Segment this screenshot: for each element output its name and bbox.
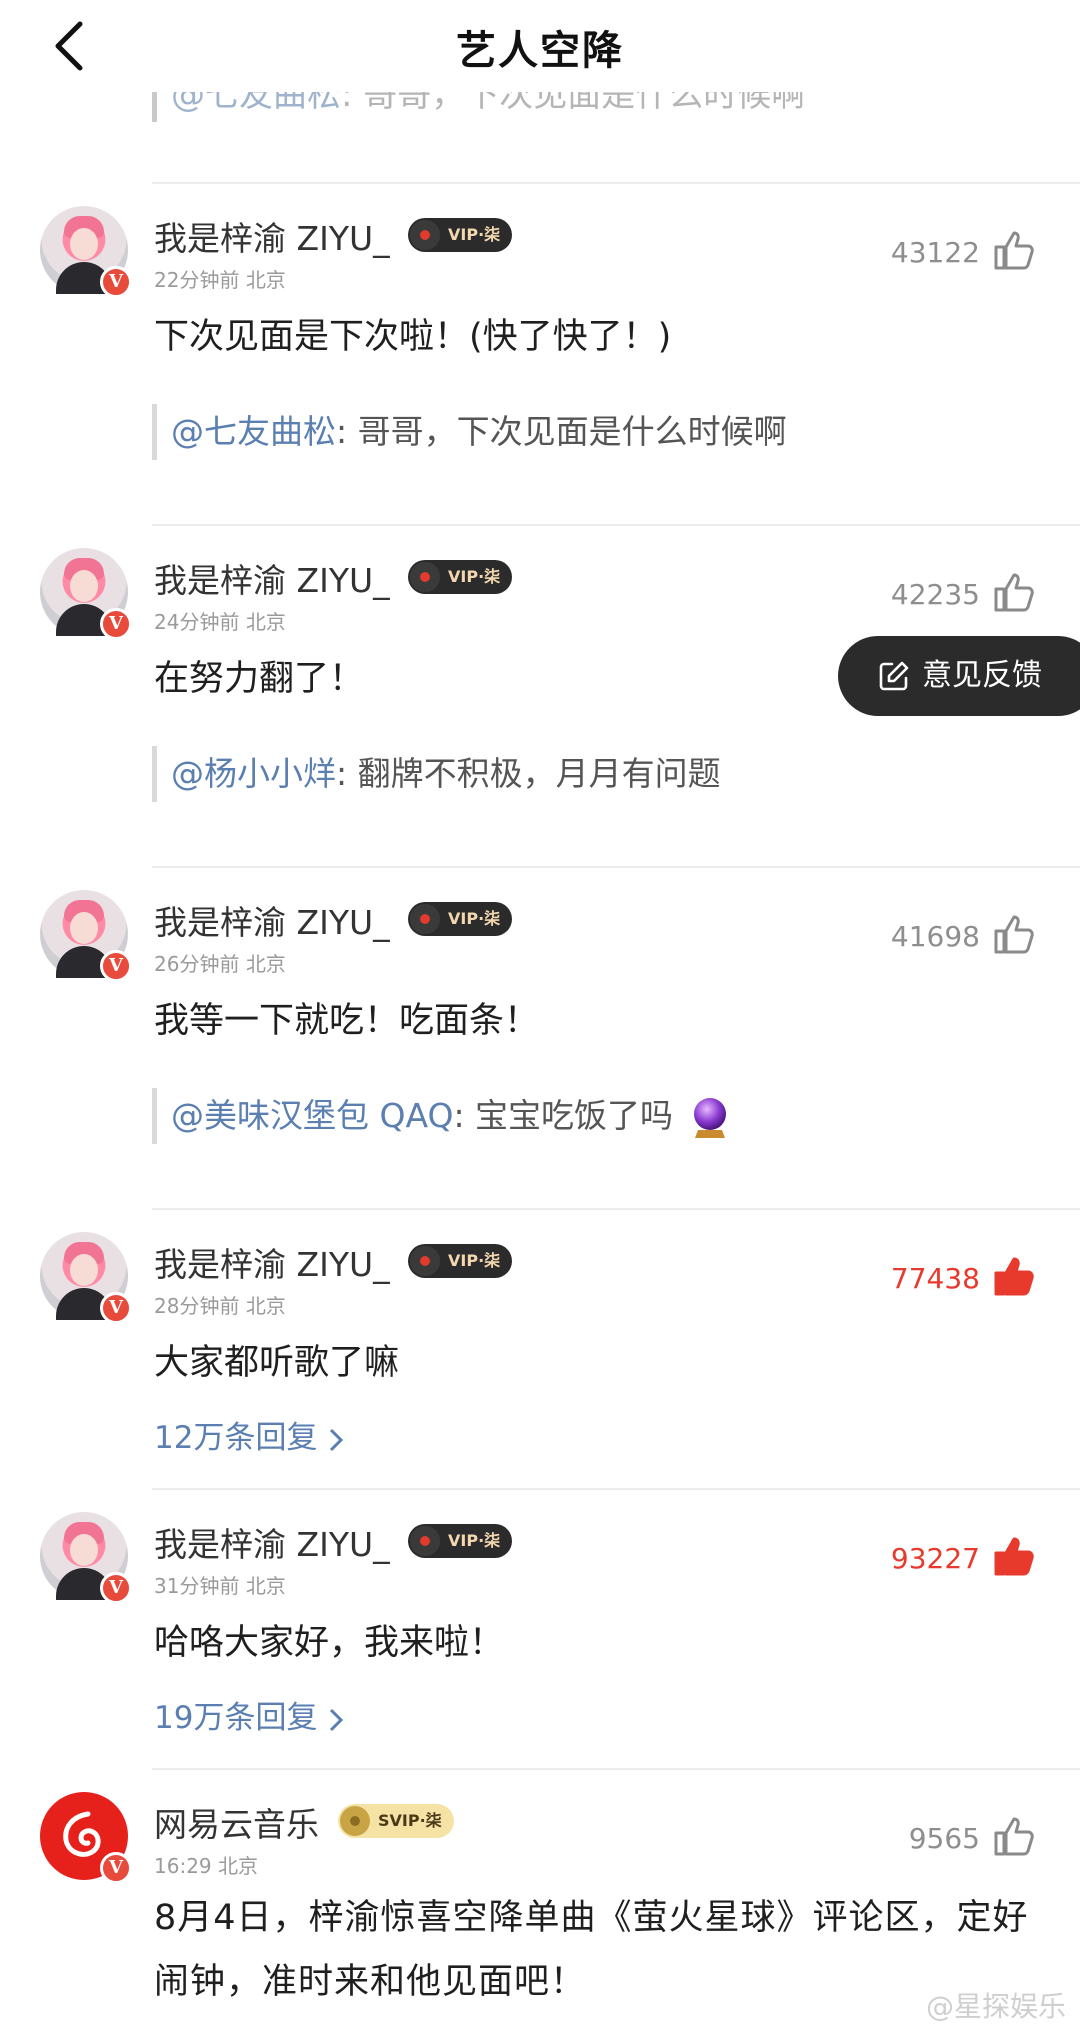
vip-badge: VIP·柒 <box>408 1524 513 1558</box>
thumbs-up-icon[interactable] <box>992 228 1036 272</box>
like-count: 9565 <box>908 1822 980 1855</box>
avatar[interactable]: V <box>40 1792 132 1884</box>
username[interactable]: 网易云音乐 <box>154 1798 319 1846</box>
reply-mention[interactable]: @美味汉堡包 QAQ <box>171 1096 453 1135</box>
like-count: 43122 <box>890 236 980 269</box>
thumbs-up-icon[interactable] <box>992 570 1036 614</box>
page-title: 艺人空降 <box>456 28 624 74</box>
comment-text: 8月4日，梓渝惊喜空降单曲《萤火星球》评论区，定好闹钟，准时来和他见面吧！ <box>154 1898 1029 2002</box>
reply-mention[interactable]: @杨小小烊 <box>171 754 336 793</box>
comment-text: 下次见面是下次啦！(快了快了！) <box>154 317 672 357</box>
reply-quote: @美味汉堡包 QAQ: 宝宝吃饭了吗 <box>152 1088 730 1144</box>
feedback-button[interactable]: 意见反馈 <box>838 636 1080 716</box>
edit-icon <box>879 661 909 691</box>
netease-logo-icon <box>63 1811 101 1857</box>
divider <box>152 524 1080 526</box>
username[interactable]: 我是梓渝 ZIYU_ <box>154 554 390 602</box>
crystal-ball-icon <box>693 1097 726 1138</box>
comment-meta: 31分钟前 北京 <box>154 1574 286 1598</box>
svip-badge: SVIP·柒 <box>338 1804 454 1838</box>
avatar[interactable]: V <box>40 548 132 640</box>
vip-badge: VIP·柒 <box>408 1244 513 1278</box>
avatar[interactable]: V <box>40 890 132 982</box>
username[interactable]: 我是梓渝 ZIYU_ <box>154 212 390 260</box>
vinyl-disc-icon <box>410 562 440 592</box>
divider <box>152 1768 1080 1770</box>
top-bar: 艺人空降 <box>0 0 1080 92</box>
thumbs-up-icon[interactable] <box>992 1254 1036 1298</box>
reply-quote: @七友曲松: 哥哥，下次见面是什么时候啊 <box>152 404 787 460</box>
reply-text: : 哥哥，下次见面是什么时候啊 <box>336 412 787 451</box>
divider <box>152 182 1080 184</box>
v-badge-icon: V <box>100 1852 132 1884</box>
vinyl-disc-icon <box>410 1246 440 1276</box>
comment-meta: 24分钟前 北京 <box>154 610 286 634</box>
thumbs-up-icon[interactable] <box>992 912 1036 956</box>
vinyl-disc-icon <box>410 1526 440 1556</box>
comment-text: 大家都听歌了嘛 <box>154 1343 400 1383</box>
chevron-right-icon <box>330 1428 344 1451</box>
v-badge-icon: V <box>100 950 132 982</box>
feedback-label: 意见反馈 <box>922 658 1042 693</box>
vinyl-disc-icon <box>410 220 440 250</box>
v-badge-icon: V <box>100 608 132 640</box>
thumbs-up-icon[interactable] <box>992 1534 1036 1578</box>
vip-badge: VIP·柒 <box>408 560 513 594</box>
watermark: @星探娱乐 <box>925 1990 1066 2023</box>
like-count: 41698 <box>890 920 980 953</box>
vinyl-disc-icon <box>410 904 440 934</box>
more-replies-link[interactable]: 12万条回复 <box>154 1412 345 1457</box>
avatar[interactable]: V <box>40 1512 132 1604</box>
vip-badge: VIP·柒 <box>408 902 513 936</box>
comment-text: 我等一下就吃！吃面条！ <box>154 1001 540 1041</box>
reply-mention[interactable]: @七友曲松 <box>171 412 336 451</box>
reply-quote: @杨小小烊: 翻牌不积极，月月有问题 <box>152 746 721 802</box>
reply-text: : 翻牌不积极，月月有问题 <box>336 754 721 793</box>
comment-meta: 26分钟前 北京 <box>154 952 286 976</box>
like-count: 42235 <box>890 578 980 611</box>
comment-meta: 22分钟前 北京 <box>154 268 286 292</box>
thumbs-up-icon[interactable] <box>992 1814 1036 1858</box>
username[interactable]: 我是梓渝 ZIYU_ <box>154 1238 390 1286</box>
chevron-right-icon <box>330 1708 344 1731</box>
v-badge-icon: V <box>100 1292 132 1324</box>
reply-text: : 宝宝吃饭了吗 <box>453 1096 674 1135</box>
avatar[interactable]: V <box>40 206 132 298</box>
vip-badge: VIP·柒 <box>408 218 513 252</box>
like-count: 93227 <box>890 1542 980 1575</box>
divider <box>152 866 1080 868</box>
divider <box>152 1208 1080 1210</box>
comment-meta: 16:29 北京 <box>154 1854 258 1878</box>
avatar[interactable]: V <box>40 1232 132 1324</box>
comment-text: 哈咯大家好，我来啦！ <box>154 1623 505 1663</box>
v-badge-icon: V <box>100 266 132 298</box>
more-replies-link[interactable]: 19万条回复 <box>154 1692 345 1737</box>
vinyl-disc-icon <box>340 1806 370 1836</box>
v-badge-icon: V <box>100 1572 132 1604</box>
username[interactable]: 我是梓渝 ZIYU_ <box>154 1518 390 1566</box>
divider <box>152 1488 1080 1490</box>
like-count: 77438 <box>890 1262 980 1295</box>
comment-meta: 28分钟前 北京 <box>154 1294 286 1318</box>
username[interactable]: 我是梓渝 ZIYU_ <box>154 896 390 944</box>
